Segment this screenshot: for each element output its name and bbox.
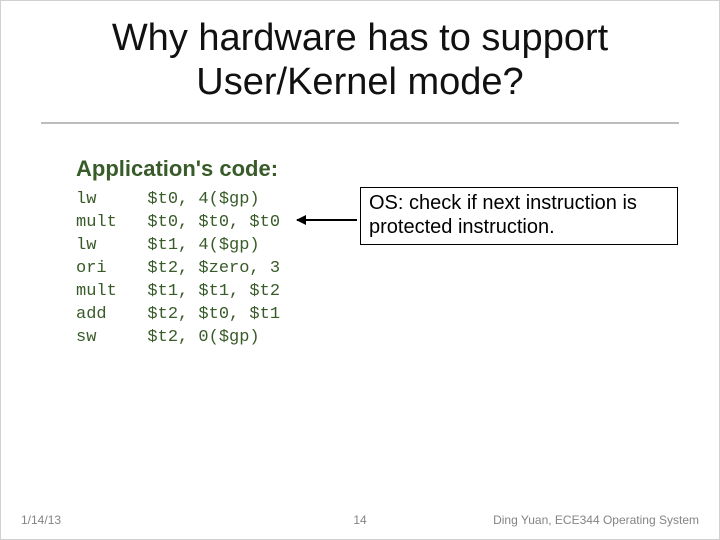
arrow-icon <box>297 219 357 221</box>
section-label: Application's code: <box>76 156 278 182</box>
footer-date: 1/14/13 <box>21 513 61 527</box>
footer-attribution: Ding Yuan, ECE344 Operating System <box>493 513 699 527</box>
callout-box: OS: check if next instruction is protect… <box>360 187 678 245</box>
slide-title: Why hardware has to support User/Kernel … <box>51 17 669 104</box>
code-block: lw $t0, 4($gp) mult $t0, $t0, $t0 lw $t1… <box>76 189 280 350</box>
title-region: Why hardware has to support User/Kernel … <box>41 7 679 124</box>
footer: 1/14/13 14 Ding Yuan, ECE344 Operating S… <box>21 513 699 527</box>
slide: Why hardware has to support User/Kernel … <box>0 0 720 540</box>
